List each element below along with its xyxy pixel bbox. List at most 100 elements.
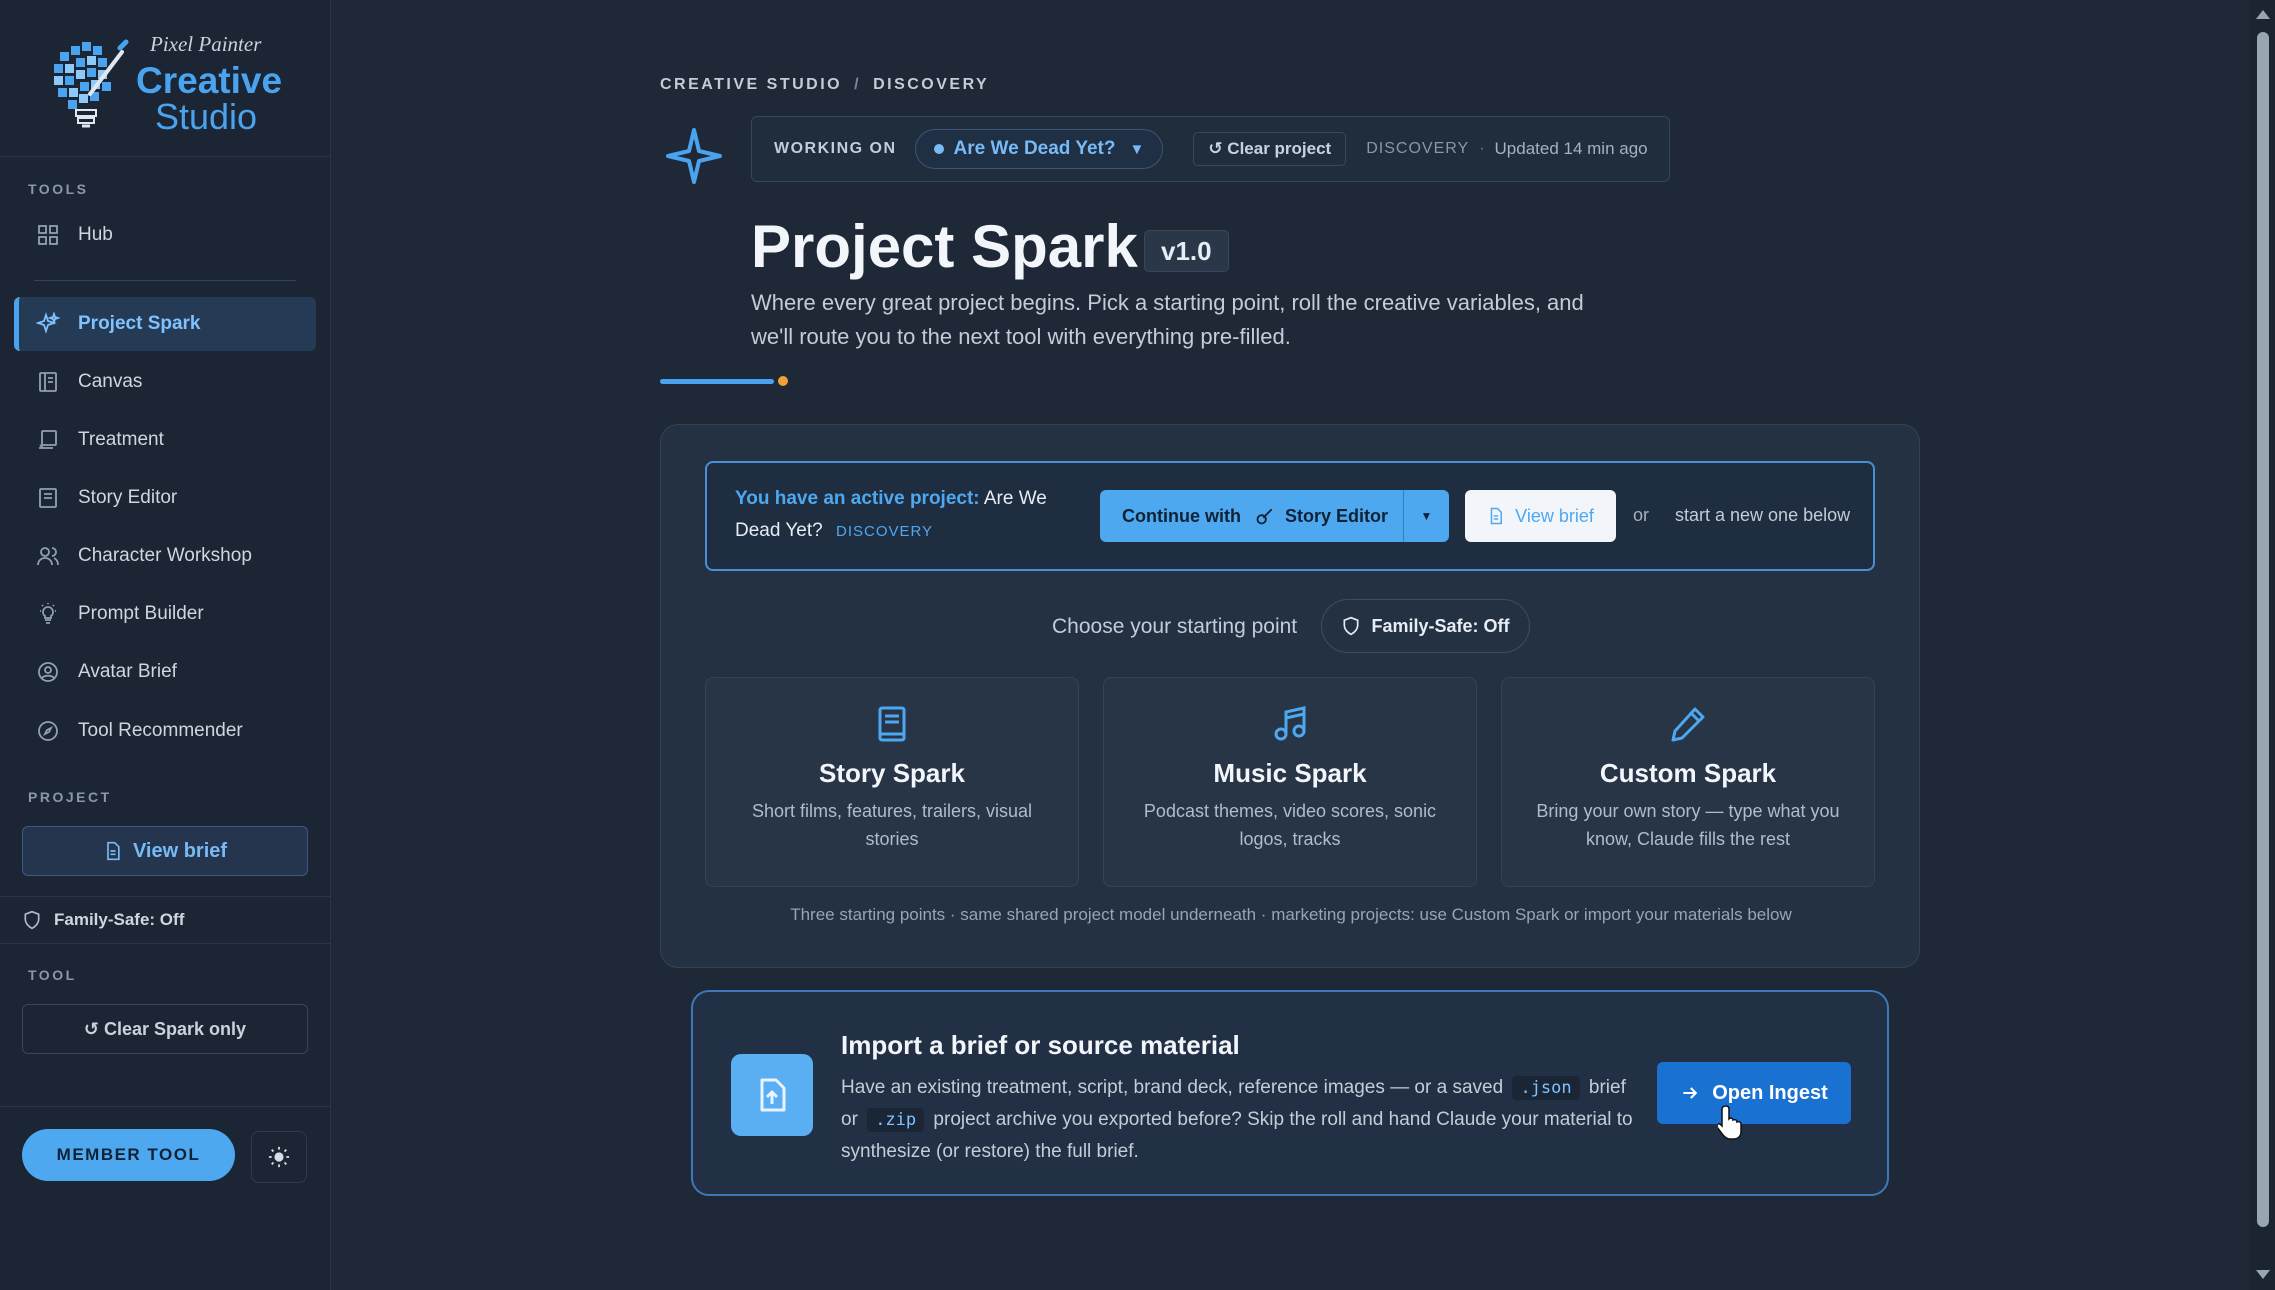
arrow-right-icon — [1683, 1087, 1698, 1099]
sidebar-item-label: Avatar Brief — [78, 661, 177, 682]
import-panel: Import a brief or source material Have a… — [691, 990, 1889, 1196]
sidebar: Pixel Painter Creative Studio TOOLS Hub … — [0, 0, 331, 1290]
sidebar-item-project-spark[interactable]: Project Spark — [14, 297, 316, 351]
import-desc-part1: Have an existing treatment, script, bran… — [841, 1077, 1504, 1098]
breadcrumb-root[interactable]: CREATIVE STUDIO — [660, 76, 842, 94]
scroll-down-arrow-icon[interactable] — [2256, 1270, 2270, 1279]
progress-indicator — [660, 379, 774, 384]
document-icon — [107, 841, 120, 861]
zip-code: .zip — [867, 1108, 925, 1132]
avatar-icon — [38, 662, 58, 682]
sidebar-item-label: Project Spark — [78, 313, 201, 334]
active-project-banner: You have an active project: Are We Dead … — [705, 461, 1875, 571]
card-title: Custom Spark — [1599, 758, 1777, 788]
sidebar-item-hub[interactable]: Hub — [14, 208, 316, 262]
active-project-text: You have an active project: Are We Dead … — [735, 483, 1085, 548]
sidebar-item-label: Canvas — [78, 371, 143, 392]
view-brief-label: View brief — [1515, 505, 1594, 526]
continue-dropdown-toggle[interactable]: ▼ — [1403, 490, 1449, 542]
open-ingest-label: Open Ingest — [1712, 1081, 1828, 1104]
sidebar-item-label: Story Editor — [78, 487, 178, 508]
shield-icon — [1343, 616, 1359, 636]
updated-timestamp: Updated 14 min ago — [1494, 139, 1648, 158]
clear-project-button[interactable]: ↺ Clear project — [1193, 132, 1347, 166]
sparkles-icon — [36, 312, 60, 334]
treatment-icon — [39, 430, 57, 449]
page-subtitle: Where every great project begins. Pick a… — [751, 290, 1584, 349]
clear-spark-button[interactable]: ↺ Clear Spark only — [22, 1004, 308, 1054]
sidebar-footer-divider — [0, 1106, 331, 1107]
sidebar-item-canvas[interactable]: Canvas — [14, 355, 316, 409]
start-new-text: start a new one below — [1675, 505, 1851, 525]
sidebar-item-label: Prompt Builder — [78, 603, 204, 624]
import-title: Import a brief or source material — [841, 1030, 1240, 1060]
sidebar-item-label: Character Workshop — [78, 545, 252, 566]
story-spark-card[interactable]: Story Spark Short films, features, trail… — [705, 677, 1079, 887]
sidebar-item-story-editor[interactable]: Story Editor — [14, 471, 316, 525]
starting-points-footnote: Three starting points · same shared proj… — [790, 905, 1792, 924]
sidebar-item-character-workshop[interactable]: Character Workshop — [14, 529, 316, 583]
continue-tool: Story Editor — [1284, 505, 1388, 526]
import-desc-part3: project archive you exported before? Ski… — [841, 1109, 1633, 1162]
choose-starting-point-label: Choose your starting point — [1052, 615, 1298, 638]
chevron-down-icon: ▼ — [1420, 509, 1433, 523]
music-spark-card[interactable]: Music Spark Podcast themes, video scores… — [1103, 677, 1477, 887]
story-editor-icon — [39, 488, 57, 508]
view-brief-button[interactable]: View brief — [1465, 490, 1616, 542]
brand-subtitle: Pixel Painter — [150, 32, 262, 56]
sidebar-item-label: Treatment — [78, 429, 164, 450]
sidebar-item-label: Hub — [78, 224, 113, 245]
stage-label: DISCOVERY — [1366, 140, 1470, 157]
scroll-up-arrow-icon[interactable] — [2256, 10, 2270, 19]
hand-cursor-icon — [1718, 1105, 1742, 1140]
users-icon — [37, 547, 59, 566]
continue-with-button[interactable]: Continue with Story Editor ▼ — [1100, 490, 1449, 542]
sidebar-divider — [34, 280, 296, 281]
pixel-brain-logo-icon — [54, 39, 129, 128]
family-safe-label: Family-Safe: Off — [1371, 615, 1510, 636]
custom-spark-card[interactable]: Custom Spark Bring your own story — type… — [1501, 677, 1875, 887]
page-title: Project Spark — [751, 213, 1138, 280]
working-on-bar: WORKING ON Are We Dead Yet? ▼ ↺ Clear pr… — [751, 116, 1670, 182]
continue-main[interactable]: Continue with Story Editor — [1100, 490, 1403, 542]
spark-panel: You have an active project: Are We Dead … — [660, 424, 1920, 968]
spark-star-icon — [666, 128, 722, 184]
theme-toggle-button[interactable] — [251, 1131, 307, 1183]
caret-down-icon: ▼ — [1129, 140, 1145, 158]
compass-icon — [38, 721, 58, 741]
brand-title-line2: Studio — [155, 96, 258, 137]
member-tool-button[interactable]: MEMBER TOOL — [22, 1129, 235, 1181]
card-title: Story Spark — [819, 758, 965, 788]
project-selector[interactable]: Are We Dead Yet? ▼ — [914, 129, 1164, 169]
json-code: .json — [1512, 1076, 1580, 1100]
open-ingest-button[interactable]: Open Ingest — [1657, 1062, 1851, 1124]
lightbulb-icon — [40, 603, 56, 624]
sidebar-item-prompt-builder[interactable]: Prompt Builder — [14, 587, 316, 641]
family-safe-label: Family-Safe: Off — [54, 910, 185, 929]
grid-icon — [38, 225, 58, 245]
tool-section-label: TOOL — [28, 967, 77, 983]
sidebar-item-tool-recommender[interactable]: Tool Recommender — [14, 704, 316, 758]
view-brief-label: View brief — [132, 839, 228, 862]
music-icon — [1274, 706, 1306, 741]
sidebar-item-label: Tool Recommender — [78, 720, 243, 741]
scrollbar-thumb[interactable] — [2257, 32, 2269, 1227]
document-icon — [1490, 507, 1503, 525]
card-title: Music Spark — [1213, 758, 1367, 788]
brand[interactable]: Pixel Painter Creative Studio — [0, 0, 331, 157]
card-description: Short films, features, trailers, visual … — [751, 801, 1033, 849]
card-description: Podcast themes, video scores, sonic logo… — [1143, 801, 1437, 849]
import-description: Have an existing treatment, script, bran… — [841, 1072, 1641, 1168]
sidebar-item-avatar-brief[interactable]: Avatar Brief — [14, 645, 316, 699]
sidebar-family-safe-toggle[interactable]: Family-Safe: Off — [0, 896, 331, 944]
family-safe-toggle[interactable]: Family-Safe: Off — [1321, 599, 1530, 653]
shield-icon — [24, 910, 40, 930]
card-description: Bring your own story — type what you kno… — [1536, 801, 1840, 849]
sidebar-item-treatment[interactable]: Treatment — [14, 413, 316, 467]
sidebar-view-brief-button[interactable]: View brief — [22, 826, 308, 876]
breadcrumb-current: DISCOVERY — [873, 76, 990, 93]
breadcrumb: CREATIVE STUDIO / DISCOVERY — [660, 76, 989, 94]
progress-dot — [778, 376, 788, 386]
working-on-label: WORKING ON — [774, 140, 897, 157]
project-status-dot — [933, 144, 944, 154]
